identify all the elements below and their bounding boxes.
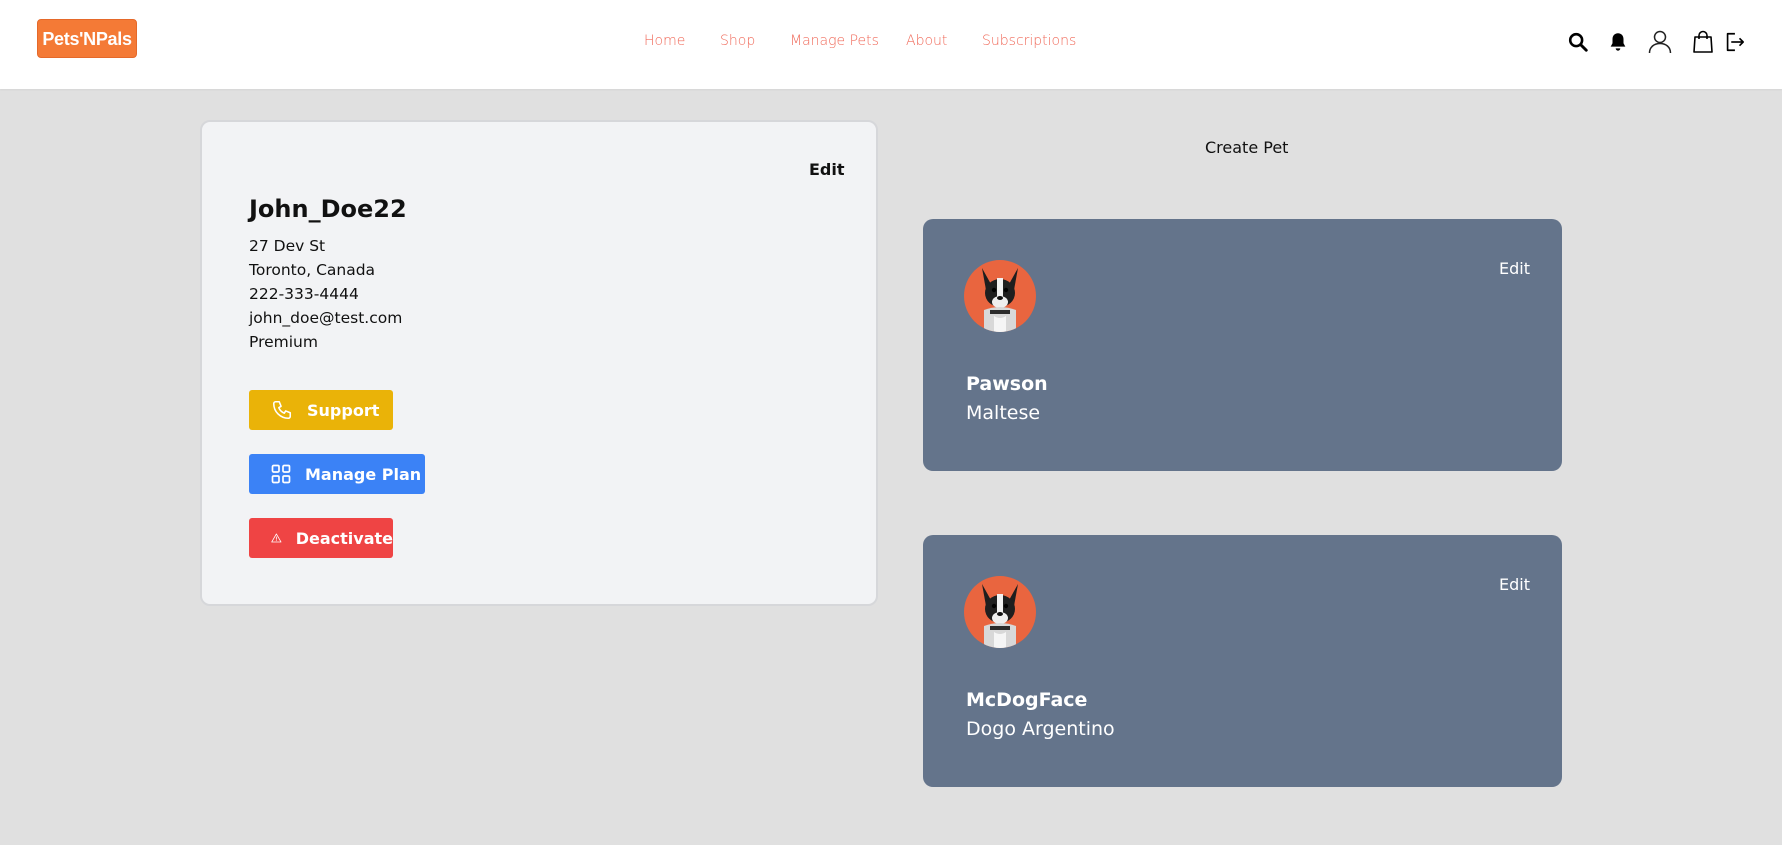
profile-username: John_Doe22 xyxy=(249,195,407,223)
nav-shop[interactable]: Shop xyxy=(720,33,755,49)
pet-avatar xyxy=(964,576,1036,648)
pet-edit-button[interactable]: Edit xyxy=(1499,259,1530,278)
pet-card: Edit Pawson Maltese xyxy=(923,219,1562,471)
pet-breed: Maltese xyxy=(966,402,1041,424)
shopping-bag-icon[interactable] xyxy=(1689,28,1717,56)
deactivate-button[interactable]: Deactivate xyxy=(249,518,393,558)
pet-avatar xyxy=(964,260,1036,332)
phone-icon xyxy=(272,400,292,420)
pet-name: Pawson xyxy=(966,373,1048,395)
support-button[interactable]: Support xyxy=(249,390,393,430)
support-label: Support xyxy=(307,400,380,420)
profile-card: Edit John_Doe22 27 Dev St Toronto, Canad… xyxy=(200,120,878,606)
profile-city: Toronto, Canada xyxy=(249,261,376,279)
dog-photo-icon xyxy=(982,268,1018,332)
pet-edit-button[interactable]: Edit xyxy=(1499,575,1530,594)
nav-subscriptions[interactable]: Subscriptions xyxy=(982,33,1076,49)
top-header: Pets'NPals Home Shop Manage Pets About S… xyxy=(0,0,1782,89)
manage-plan-button[interactable]: Manage Plan xyxy=(249,454,425,494)
profile-details: 27 Dev St Toronto, Canada 222-333-4444 j… xyxy=(249,234,402,354)
profile-plan: Premium xyxy=(249,333,318,351)
pet-name: McDogFace xyxy=(966,689,1088,711)
search-icon[interactable] xyxy=(1564,28,1592,56)
profile-edit-button[interactable]: Edit xyxy=(809,160,845,179)
grid-icon xyxy=(271,464,291,484)
nav-about[interactable]: About xyxy=(906,33,947,49)
user-icon[interactable] xyxy=(1646,28,1674,56)
profile-street: 27 Dev St xyxy=(249,237,326,255)
manage-plan-label: Manage Plan xyxy=(305,464,422,484)
create-pet-button[interactable]: Create Pet xyxy=(1205,138,1288,157)
logout-icon[interactable] xyxy=(1720,28,1748,56)
nav-home[interactable]: Home xyxy=(644,33,685,49)
profile-email: john_doe@test.com xyxy=(249,309,403,327)
dog-photo-icon xyxy=(982,584,1018,648)
pet-card: Edit McDogFace Dogo Argentino xyxy=(923,535,1562,787)
nav-manage-pets[interactable]: Manage Pets xyxy=(790,33,879,49)
main-nav: Home Shop Manage Pets About Subscription… xyxy=(0,33,1782,53)
deactivate-label: Deactivate xyxy=(295,528,393,548)
warning-icon xyxy=(271,533,282,543)
bell-icon[interactable] xyxy=(1604,28,1632,56)
profile-phone: 222-333-4444 xyxy=(249,285,359,303)
pet-breed: Dogo Argentino xyxy=(966,718,1115,740)
